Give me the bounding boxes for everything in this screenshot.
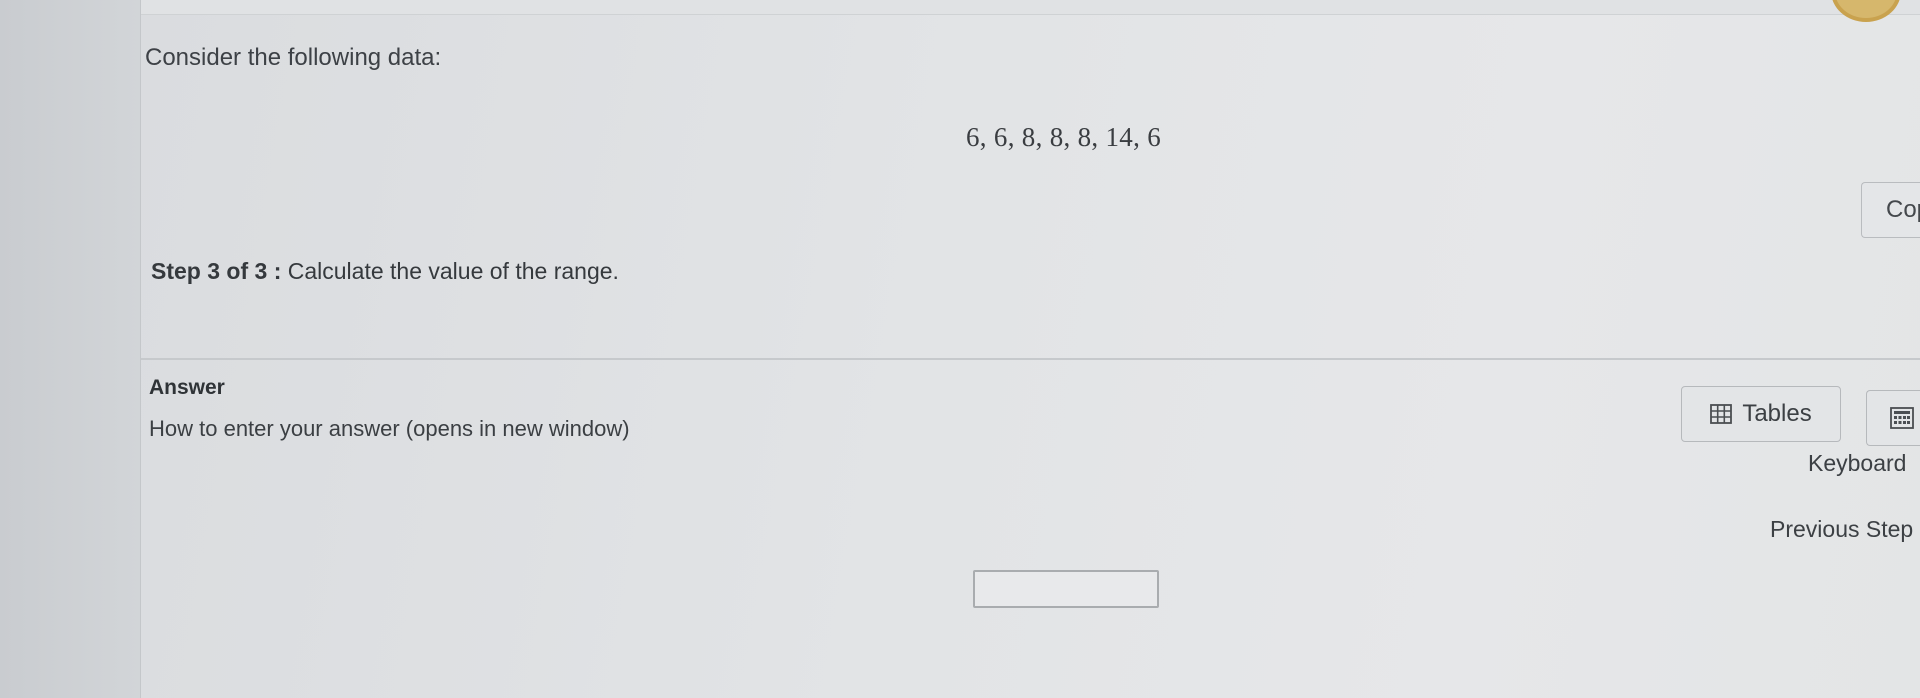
question-prompt: Consider the following data: [145, 44, 442, 71]
table-icon [1710, 404, 1733, 424]
screen: Consider the following data: 6, 6, 8, 8,… [0, 0, 1920, 698]
keyboard-icon [1889, 407, 1914, 429]
previous-step-link[interactable]: Previous Step [1770, 516, 1913, 543]
answer-heading: Answer [149, 376, 225, 399]
tables-button[interactable]: Tables [1681, 386, 1841, 442]
question-panel: Consider the following data: 6, 6, 8, 8,… [140, 0, 1920, 698]
keyboard-button[interactable] [1866, 390, 1920, 446]
top-strip [141, 0, 1920, 15]
step-counter: Step 3 of 3 : [151, 258, 282, 284]
step-text: Calculate the value of the range. [287, 258, 619, 284]
section-divider [141, 358, 1920, 360]
tables-label: Tables [1742, 400, 1812, 427]
keyboard-label[interactable]: Keyboard [1808, 450, 1906, 477]
copy-data-button[interactable]: Cop [1861, 182, 1920, 238]
step-instruction: Step 3 of 3 : Calculate the value of the… [151, 258, 619, 285]
dataset-values: 6, 6, 8, 8, 8, 14, 6 [966, 122, 1161, 152]
status-orb-icon[interactable] [1831, 0, 1901, 22]
how-to-enter-answer-link[interactable]: How to enter your answer (opens in new w… [149, 416, 630, 442]
answer-input[interactable] [973, 570, 1159, 608]
copy-data-label: Cop [1886, 196, 1920, 223]
left-gutter [0, 0, 140, 698]
